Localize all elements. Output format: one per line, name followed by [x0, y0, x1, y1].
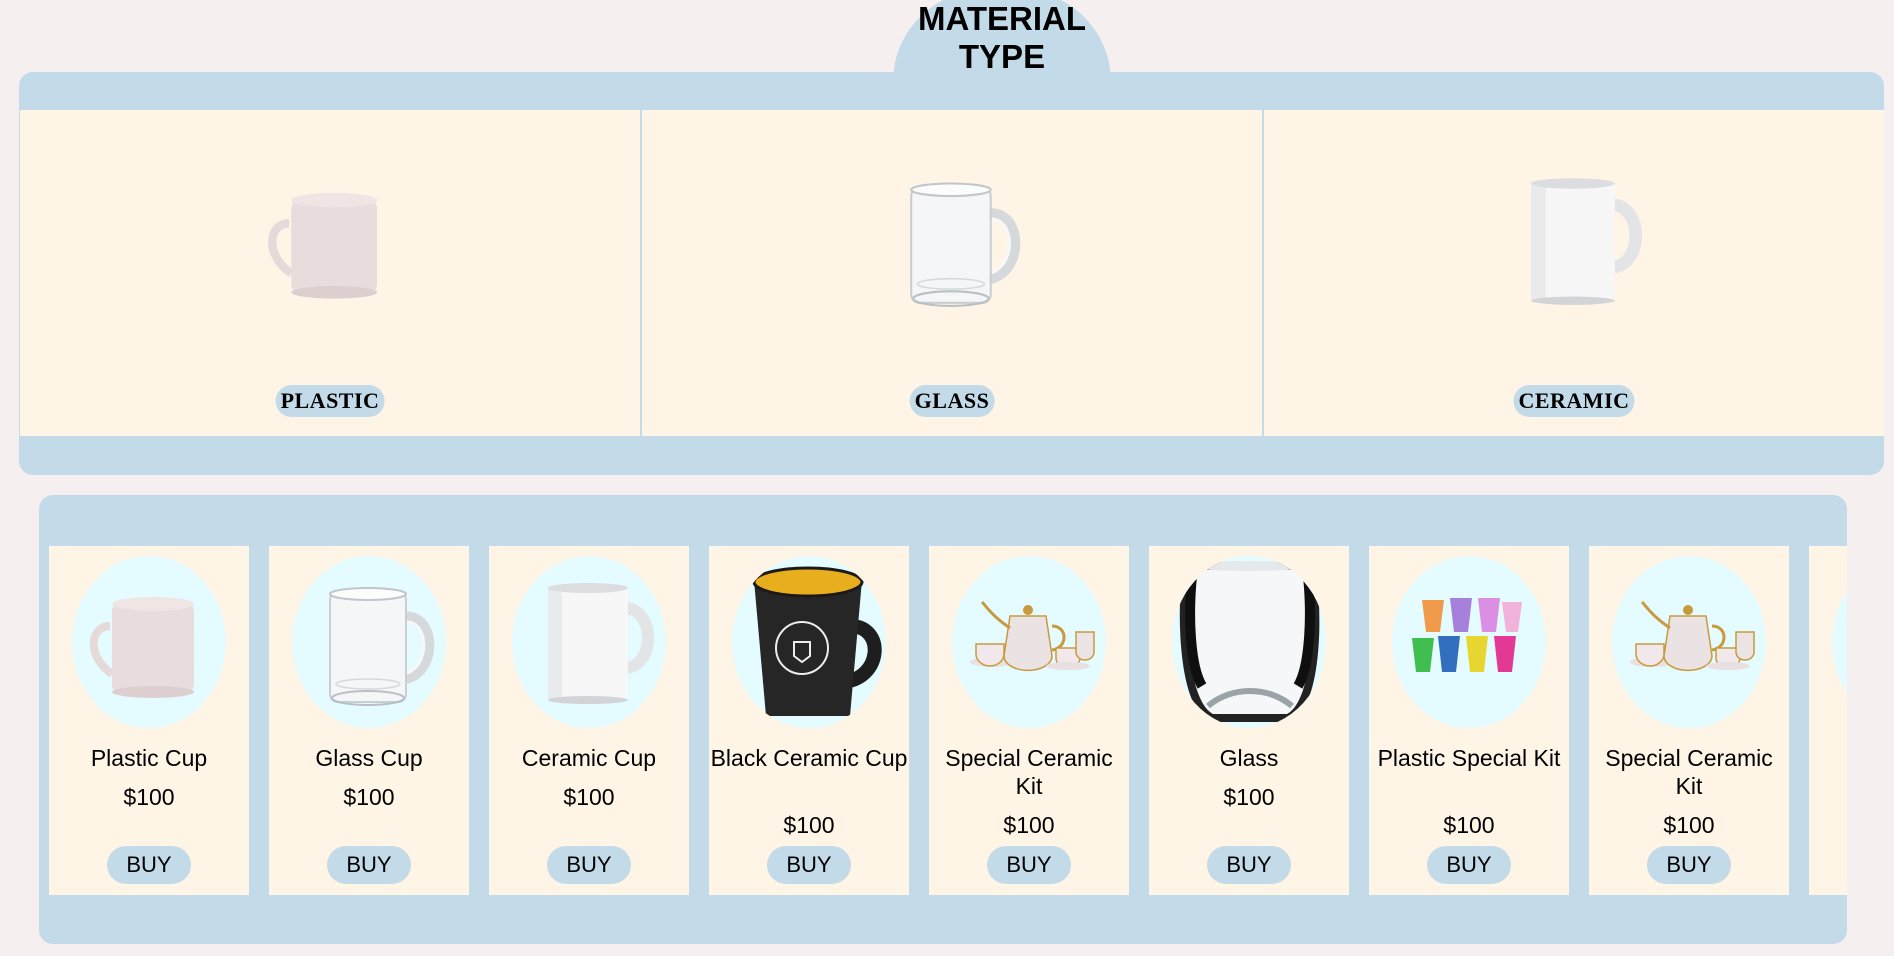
- tea-set-icon: [1832, 556, 1847, 728]
- product-card-special-ceramic-kit-4[interactable]: Special Ceramic Kit $100 BUY: [929, 546, 1129, 895]
- page-title-line2: TYPE: [958, 38, 1046, 75]
- product-card-plastic-cup-0[interactable]: Plastic Cup $100 BUY: [49, 546, 249, 895]
- buy-button[interactable]: BUY: [1427, 846, 1511, 884]
- product-price: $100: [563, 784, 615, 810]
- product-price: $100: [1443, 812, 1495, 838]
- material-type-panel: PLASTIC GLASS CERAMIC: [19, 72, 1884, 475]
- frosted-mug-icon: [72, 556, 226, 728]
- buy-button[interactable]: BUY: [327, 846, 411, 884]
- product-name: Ceramic Cup: [521, 745, 657, 771]
- product-name: Special Ceramic Kit: [1605, 745, 1773, 799]
- material-card-glass[interactable]: GLASS: [642, 110, 1264, 436]
- glass-mug-icon: [842, 150, 1062, 330]
- material-card-ceramic[interactable]: CERAMIC: [1264, 110, 1884, 436]
- section-title-tab: MATERIAL TYPE: [893, 0, 1111, 82]
- material-label-ceramic[interactable]: CERAMIC: [1513, 385, 1635, 417]
- material-type-row: PLASTIC GLASS CERAMIC: [20, 110, 1884, 436]
- product-card-black-ceramic-cup-3[interactable]: Black Ceramic Cup $100 BUY: [709, 546, 909, 895]
- product-card-sp-8[interactable]: Sp: [1809, 546, 1847, 895]
- frosted-mug-icon: [220, 150, 440, 330]
- black-mug-icon: [732, 556, 886, 728]
- tea-set-icon: [1612, 556, 1766, 728]
- products-carousel[interactable]: Plastic Cup $100 BUY Glass Cup $100 BUY Cera…: [39, 495, 1847, 944]
- product-price: $100: [1223, 784, 1275, 810]
- material-label-plastic[interactable]: PLASTIC: [275, 385, 385, 417]
- page-title: MATERIAL TYPE: [893, 0, 1111, 76]
- product-price: $100: [783, 812, 835, 838]
- product-price: $100: [343, 784, 395, 810]
- colored-cups-icon: [1392, 556, 1546, 728]
- product-price: $100: [1663, 812, 1715, 838]
- tea-set-icon: [952, 556, 1106, 728]
- ceramic-mug-icon: [512, 556, 666, 728]
- buy-button[interactable]: BUY: [107, 846, 191, 884]
- product-name: Sp: [1809, 744, 1847, 772]
- product-name: Glass Cup: [315, 745, 423, 771]
- material-card-plastic[interactable]: PLASTIC: [20, 110, 642, 436]
- product-card-glass-5[interactable]: Glass $100 BUY: [1149, 546, 1349, 895]
- material-label-glass[interactable]: GLASS: [909, 385, 995, 417]
- tumbler-icon: [1172, 556, 1326, 728]
- product-price: $100: [1003, 812, 1055, 838]
- buy-button[interactable]: BUY: [987, 846, 1071, 884]
- buy-button[interactable]: BUY: [547, 846, 631, 884]
- product-card-ceramic-cup-2[interactable]: Ceramic Cup $100 BUY: [489, 546, 689, 895]
- page-title-line1: MATERIAL: [917, 0, 1087, 37]
- product-name: Plastic Special Kit: [1377, 745, 1561, 771]
- product-card-plastic-special-kit-6[interactable]: Plastic Special Kit $100 BUY: [1369, 546, 1569, 895]
- buy-button[interactable]: BUY: [1207, 846, 1291, 884]
- product-name: Plastic Cup: [90, 745, 208, 771]
- product-name: Glass: [1219, 745, 1279, 771]
- buy-button[interactable]: BUY: [767, 846, 851, 884]
- products-track: Plastic Cup $100 BUY Glass Cup $100 BUY Cera…: [49, 546, 1847, 895]
- product-name: Black Ceramic Cup: [710, 745, 908, 771]
- product-card-glass-cup-1[interactable]: Glass Cup $100 BUY: [269, 546, 469, 895]
- buy-button[interactable]: BUY: [1647, 846, 1731, 884]
- product-price: $100: [123, 784, 175, 810]
- ceramic-mug-icon: [1464, 150, 1684, 330]
- product-name: Special Ceramic Kit: [945, 745, 1113, 799]
- product-card-special-ceramic-kit-7[interactable]: Special Ceramic Kit $100 BUY: [1589, 546, 1789, 895]
- glass-mug-icon: [292, 556, 446, 728]
